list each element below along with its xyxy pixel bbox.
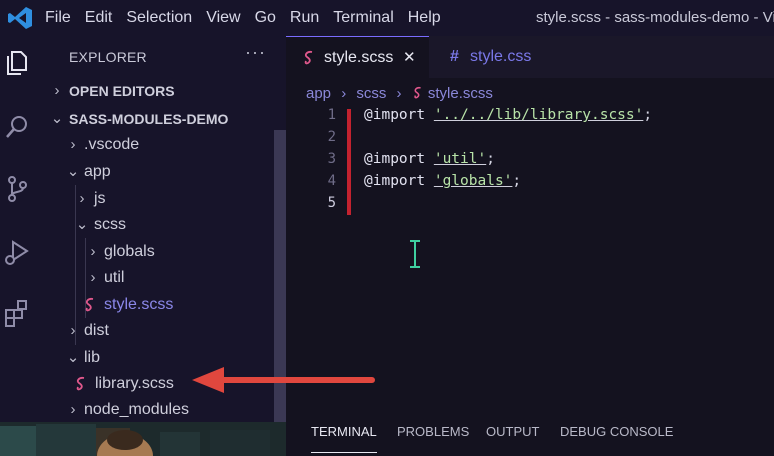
- chevron-down-icon: ⌄: [66, 349, 80, 366]
- tree-item-scss[interactable]: ⌄ scss: [34, 212, 286, 238]
- tree-item-label: scss: [94, 216, 126, 233]
- code-punct: ;: [512, 173, 522, 189]
- breadcrumb-item[interactable]: scss: [356, 85, 386, 102]
- breadcrumb: app › scss › style.scss: [306, 83, 493, 105]
- tree-item-util[interactable]: › util: [34, 265, 286, 291]
- more-actions-button[interactable]: ···: [245, 42, 266, 63]
- tab-terminal[interactable]: TERMINAL: [311, 422, 377, 453]
- vscode-logo-icon[interactable]: [6, 4, 34, 32]
- chevron-right-icon: ›: [70, 136, 76, 153]
- tab-problems[interactable]: PROBLEMS: [397, 422, 469, 452]
- files-icon[interactable]: [3, 48, 31, 78]
- tree-item-globals[interactable]: › globals: [34, 239, 286, 265]
- breadcrumb-item[interactable]: app: [306, 85, 331, 102]
- line-number: 4: [327, 173, 336, 189]
- code-line[interactable]: @import 'util';: [364, 148, 495, 170]
- chevron-right-icon: ›: [79, 190, 85, 207]
- menu-terminal[interactable]: Terminal: [326, 0, 400, 36]
- section-label: SASS-MODULES-DEMO: [69, 111, 229, 127]
- menu-file[interactable]: File: [38, 0, 78, 36]
- menu-help[interactable]: Help: [401, 0, 448, 36]
- title-bar: File Edit Selection View Go Run Terminal…: [0, 0, 774, 36]
- menu-run[interactable]: Run: [283, 0, 326, 36]
- chevron-right-icon: ›: [70, 322, 76, 339]
- code-keyword: @import: [364, 173, 426, 189]
- chevron-right-icon: ›: [70, 401, 76, 418]
- line-number: 2: [327, 129, 336, 145]
- sass-file-icon: [304, 50, 313, 65]
- tree-item-label: util: [104, 269, 125, 286]
- annotation-arrow-icon: [192, 367, 375, 393]
- menu-selection[interactable]: Selection: [119, 0, 199, 36]
- tree-item-dist[interactable]: › dist: [34, 318, 286, 344]
- sass-file-icon: [76, 376, 85, 391]
- tab-style-css[interactable]: # style.css: [436, 36, 576, 78]
- chevron-right-icon: ›: [341, 85, 347, 102]
- chevron-right-icon: ›: [90, 269, 96, 286]
- code-punct: ;: [486, 151, 495, 167]
- chevron-down-icon: ⌄: [50, 110, 64, 127]
- tab-label: style.scss: [324, 49, 394, 66]
- code-string: 'util': [433, 151, 487, 167]
- menu-view[interactable]: View: [199, 0, 247, 36]
- text-cursor-icon: [410, 240, 420, 268]
- chevron-down-icon: ⌄: [66, 163, 80, 180]
- tab-output[interactable]: OUTPUT: [486, 422, 539, 452]
- code-line[interactable]: @import 'globals';: [364, 170, 521, 192]
- line-number: 1: [327, 107, 336, 123]
- tree-item-label: lib: [84, 349, 101, 366]
- tab-style-scss[interactable]: style.scss ✕: [286, 36, 429, 79]
- tree-item-label: style.scss: [104, 296, 174, 313]
- tree-item-label: library.scss: [95, 375, 174, 392]
- git-change-indicator: [347, 109, 351, 215]
- search-icon[interactable]: [3, 112, 31, 142]
- run-debug-icon[interactable]: [3, 236, 31, 266]
- close-icon[interactable]: ✕: [403, 37, 416, 79]
- code-string: '../../lib/library.scss': [433, 107, 644, 123]
- chevron-right-icon: ›: [90, 243, 96, 260]
- line-number: 5: [327, 195, 336, 211]
- tree-item-app[interactable]: ⌄ app: [34, 159, 286, 185]
- tree-item-label: globals: [104, 243, 155, 260]
- menu-edit[interactable]: Edit: [78, 0, 120, 36]
- menu-go[interactable]: Go: [248, 0, 283, 36]
- code-punct: ;: [643, 107, 653, 123]
- panel-tab-bar: TERMINAL PROBLEMS OUTPUT DEBUG CONSOLE: [286, 422, 774, 456]
- tree-item-js[interactable]: › js: [34, 186, 286, 212]
- css-file-icon: #: [450, 48, 459, 65]
- window-title: style.scss - sass-modules-demo - Visu: [536, 9, 774, 26]
- tree-item-style-scss[interactable]: style.scss: [34, 292, 286, 318]
- extensions-icon[interactable]: [3, 298, 31, 328]
- tab-label: style.css: [470, 48, 532, 65]
- tree-item-label: js: [94, 190, 106, 207]
- chevron-right-icon: ›: [396, 85, 402, 102]
- chevron-right-icon: ›: [54, 82, 60, 99]
- code-line[interactable]: @import '../../lib/library.scss';: [364, 104, 652, 126]
- project-section[interactable]: ⌄ SASS-MODULES-DEMO: [34, 106, 286, 132]
- tree-item-vscode[interactable]: › .vscode: [34, 132, 286, 158]
- code-keyword: @import: [364, 107, 426, 123]
- tree-item-label: app: [84, 163, 111, 180]
- tree-item-label: dist: [84, 322, 109, 339]
- webcam-overlay: [0, 422, 286, 456]
- section-label: OPEN EDITORS: [69, 83, 175, 99]
- sass-file-icon: [85, 297, 94, 312]
- source-control-icon[interactable]: [3, 174, 31, 204]
- code-keyword: @import: [364, 151, 426, 167]
- sidebar-scrollbar[interactable]: [274, 130, 286, 456]
- tree-item-label: .vscode: [84, 136, 140, 153]
- activity-bar: [0, 36, 34, 456]
- open-editors-section[interactable]: › OPEN EDITORS: [34, 78, 286, 104]
- tree-item-node-modules[interactable]: › node_modules: [34, 397, 286, 423]
- editor-tab-bar: style.scss ✕ # style.css: [286, 36, 774, 79]
- chevron-down-icon: ⌄: [75, 216, 89, 233]
- explorer-title: EXPLORER: [69, 49, 147, 65]
- sass-file-icon: [414, 86, 421, 99]
- line-number: 3: [327, 151, 336, 167]
- breadcrumb-item[interactable]: style.scss: [428, 85, 493, 102]
- tab-debug-console[interactable]: DEBUG CONSOLE: [560, 422, 673, 452]
- code-string: 'globals': [433, 173, 513, 189]
- tree-item-label: node_modules: [84, 401, 189, 418]
